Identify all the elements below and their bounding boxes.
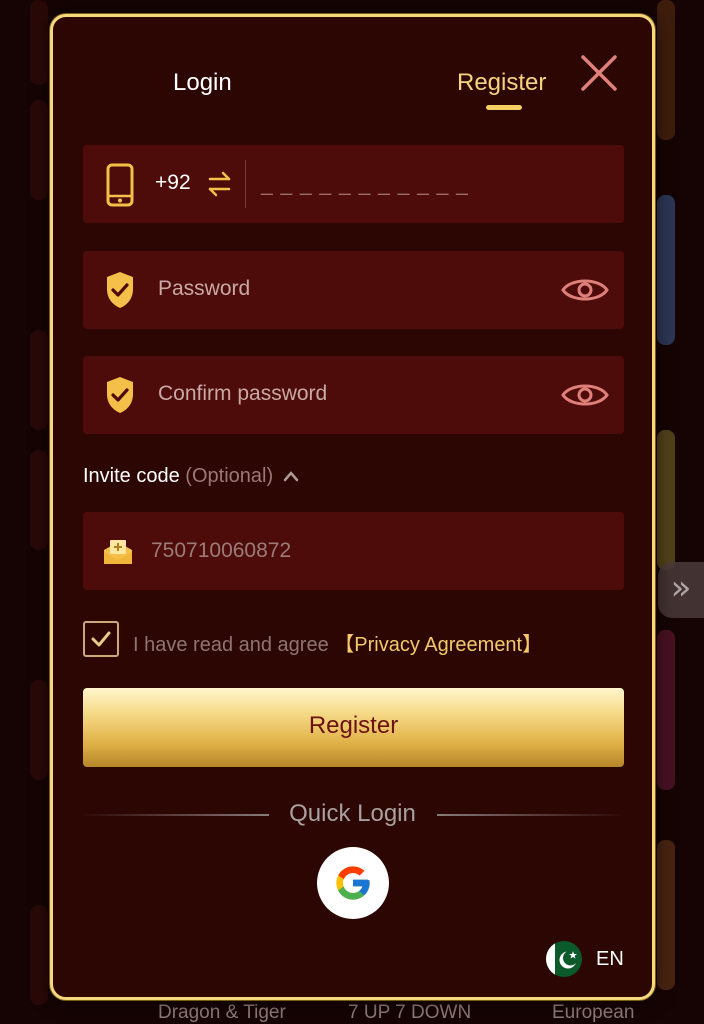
pakistan-flag-icon — [546, 941, 582, 977]
country-code[interactable]: +92 — [155, 171, 191, 195]
active-tab-indicator — [486, 105, 522, 110]
game-caption: 7 UP 7 DOWN — [348, 1002, 472, 1023]
google-icon — [336, 866, 370, 900]
invite-code-field[interactable]: 750710060872 — [83, 512, 624, 590]
password-placeholder[interactable]: Password — [158, 277, 250, 301]
game-tile — [30, 905, 48, 1005]
scroll-right-arrow[interactable]: » — [658, 562, 704, 618]
eye-icon[interactable] — [561, 274, 609, 306]
invite-code-input[interactable]: 750710060872 — [151, 539, 291, 563]
eye-icon[interactable] — [561, 379, 609, 411]
phone-field[interactable]: +92 _ _ _ _ _ _ _ _ _ _ _ — [83, 145, 624, 223]
game-tile — [30, 680, 48, 780]
game-tile — [657, 195, 675, 345]
agree-checkbox[interactable] — [83, 621, 119, 657]
confirm-password-field[interactable]: Confirm password — [83, 356, 624, 434]
tab-login[interactable]: Login — [173, 69, 232, 97]
tab-register[interactable]: Register — [457, 69, 546, 97]
privacy-agreement-link[interactable]: 【Privacy Agreement】 — [334, 634, 542, 656]
close-icon — [581, 55, 617, 91]
invite-optional-label: (Optional) — [185, 465, 274, 487]
phone-icon — [106, 163, 134, 207]
phone-input-placeholder[interactable]: _ _ _ _ _ _ _ _ _ _ _ — [261, 173, 469, 197]
chevron-up-icon[interactable] — [283, 470, 299, 482]
checkmark-icon — [91, 631, 111, 647]
invite-code-label: Invite code — [83, 465, 180, 487]
invite-code-toggle[interactable]: Invite code (Optional) — [83, 465, 299, 488]
google-login-button[interactable] — [317, 847, 389, 919]
register-modal: Login Register +92 _ _ _ _ _ _ _ _ _ _ _ — [50, 14, 655, 1000]
game-tile — [30, 100, 48, 200]
game-tile — [657, 430, 675, 570]
language-code: EN — [596, 948, 624, 970]
field-divider — [245, 160, 246, 208]
game-tile — [30, 0, 48, 85]
divider-line — [437, 814, 627, 816]
game-caption: Dragon & Tiger — [158, 1002, 286, 1023]
agreement-text: I have read and agree — [133, 634, 329, 656]
shield-check-icon — [107, 272, 133, 308]
close-button[interactable] — [579, 53, 619, 93]
game-tile — [30, 330, 48, 430]
password-field[interactable]: Password — [83, 251, 624, 329]
game-tile — [657, 840, 675, 990]
confirm-password-placeholder[interactable]: Confirm password — [158, 382, 327, 406]
game-tile — [657, 630, 675, 790]
game-tile — [657, 0, 675, 140]
register-button[interactable]: Register — [83, 688, 624, 767]
swap-arrows-icon[interactable] — [207, 170, 233, 198]
envelope-plus-icon — [104, 540, 132, 564]
shield-check-icon — [107, 377, 133, 413]
game-tile — [30, 450, 48, 550]
game-caption: European — [552, 1002, 635, 1023]
